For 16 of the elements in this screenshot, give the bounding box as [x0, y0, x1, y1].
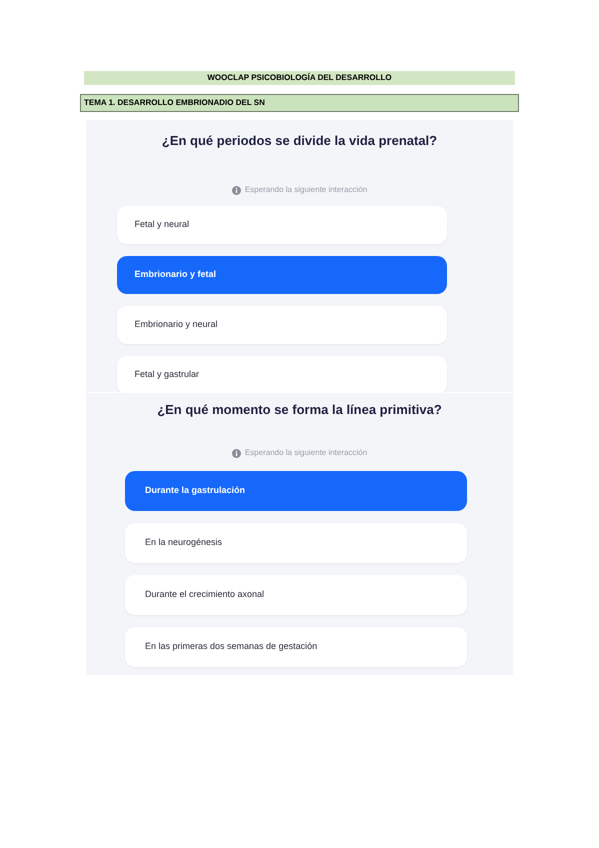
answer-option[interactable]: Embrionario y neural	[116, 306, 446, 344]
section-title: TEMA 1. DESARROLLO EMBRIONADIO DEL SN	[84, 97, 265, 109]
document-title: WOOCLAP PSICOBIOLOGÍA DEL DESARROLLO	[207, 72, 392, 84]
answer-option[interactable]: Durante el crecimiento axonal	[125, 575, 467, 615]
question-title: ¿En qué periodos se divide la vida prenatal?	[162, 132, 438, 150]
status-text: Esperando la siguiente interacción	[244, 184, 368, 196]
info-icon	[232, 186, 241, 194]
answer-option[interactable]: Durante la gastrulación	[125, 471, 467, 511]
answer-option[interactable]: Embrionario y fetal	[116, 256, 446, 294]
status-text: Esperando la siguiente interacción	[244, 447, 368, 459]
answer-option[interactable]: En las primeras dos semanas de gestación	[125, 627, 467, 667]
answer-option[interactable]: Fetal y gastrular	[116, 356, 446, 394]
info-icon	[232, 448, 241, 458]
question-title: ¿En qué momento se forma la línea primitiva?	[157, 401, 442, 419]
answer-option[interactable]: Fetal y neural	[116, 206, 446, 244]
answer-option[interactable]: En la neurogénesis	[125, 523, 467, 563]
